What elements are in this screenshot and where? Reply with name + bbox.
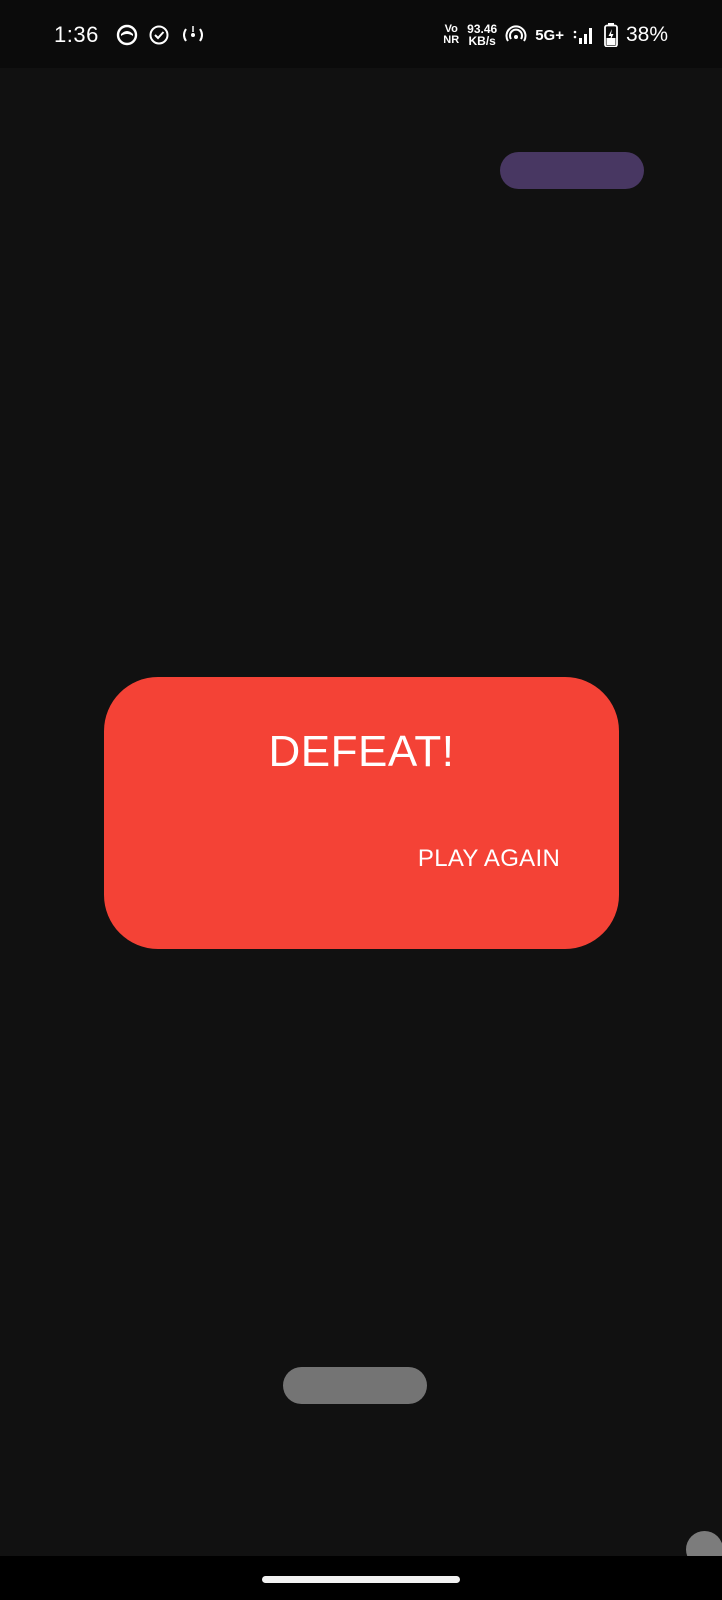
status-time: 1:36 (54, 22, 99, 47)
player-paddle[interactable] (283, 1367, 427, 1404)
navigation-bar (0, 1556, 722, 1600)
battery-percent: 38% (625, 23, 668, 46)
defeat-title: DEFEAT! (268, 727, 455, 776)
network-speed: 93.46 KB/s (467, 23, 497, 47)
notification-icons (116, 24, 206, 46)
speed-unit: KB/s (468, 34, 496, 48)
game-over-dialog: DEFEAT! PLAY AGAIN (104, 677, 619, 949)
check-circle-icon (149, 25, 169, 45)
status-bar: 1:36 Vo NR 93.46 KB/s 5G+ 38% (0, 0, 722, 68)
signal-icon (573, 28, 592, 44)
wifi-calling-icon (505, 25, 527, 42)
hotspot-icon (183, 26, 203, 42)
play-again-button[interactable]: PLAY AGAIN (394, 837, 584, 881)
notification-app-icon (116, 24, 138, 46)
volte-indicator: Vo NR (443, 24, 459, 46)
network-type: 5G+ (535, 26, 564, 44)
battery-charging-icon (604, 23, 618, 47)
opponent-paddle (500, 152, 644, 189)
status-right: Vo NR 93.46 KB/s 5G+ 38% (443, 18, 668, 52)
home-gesture-handle[interactable] (262, 1576, 460, 1583)
volte-bottom-label: NR (443, 34, 460, 46)
game-screen: 1:36 Vo NR 93.46 KB/s 5G+ 38% DEFEAT! PL… (0, 0, 722, 1600)
